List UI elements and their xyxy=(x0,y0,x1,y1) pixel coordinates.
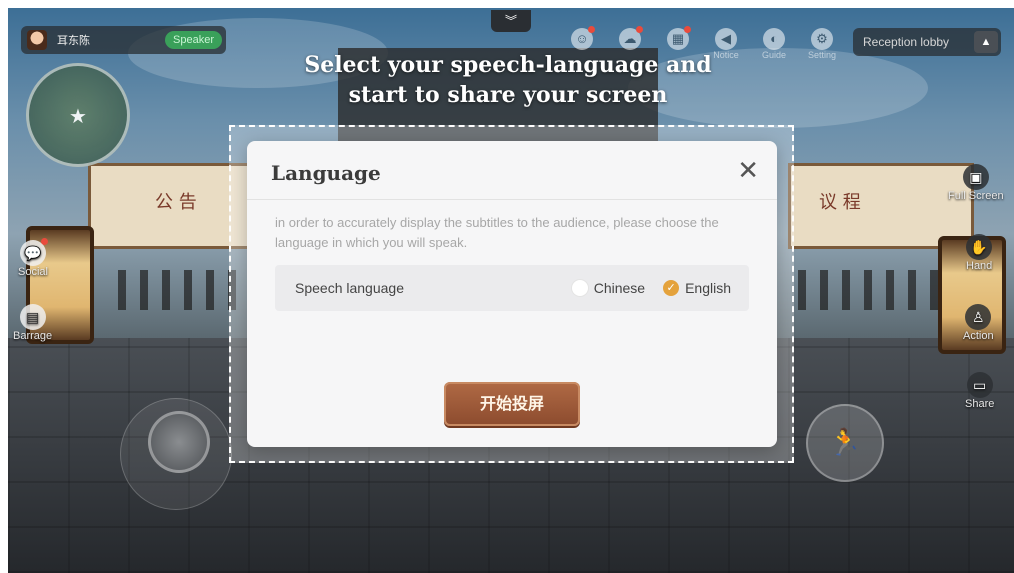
virtual-venue-scene: 公 告 议 程 耳东陈 Speaker ︾ ☺ ☁ ▦ ◀ Notice ◐ Gui… xyxy=(8,8,1014,573)
hand-icon: ✋ xyxy=(966,234,993,260)
barrage-button[interactable]: ▤ Barrage xyxy=(13,304,52,342)
radio-checked-icon: ✓ xyxy=(663,280,680,296)
barrage-icon: ▤ xyxy=(19,304,46,330)
option-chinese-label: Chinese xyxy=(593,280,646,296)
location-selector[interactable]: Reception lobby ▲ xyxy=(853,28,1001,56)
guide-button[interactable]: ◐ Guide xyxy=(756,28,792,60)
chevron-up-icon: ▲ xyxy=(974,31,998,53)
joystick-knob[interactable] xyxy=(148,411,210,473)
instruction-line-2: start to share your screen xyxy=(348,82,668,108)
meeting-icon: ☁ xyxy=(619,26,643,50)
running-person-icon: 🏃 xyxy=(828,427,862,457)
action-label: Action xyxy=(963,330,994,342)
fullscreen-button[interactable]: ▣ Full Screen xyxy=(948,164,1004,202)
share-screen-instruction: Select your speech-language and start to… xyxy=(278,50,738,110)
speech-language-row: Speech language Chinese ✓ English xyxy=(275,265,749,311)
close-icon[interactable]: ✕ xyxy=(737,157,759,183)
social-label: Social xyxy=(18,266,48,278)
user-info-bar[interactable]: 耳东陈 Speaker xyxy=(21,26,226,54)
left-banner-text: 公 告 xyxy=(155,192,197,213)
setting-button[interactable]: ⚙ Setting xyxy=(804,28,840,60)
audience-chairs xyxy=(798,270,938,310)
share-button[interactable]: ▭ Share xyxy=(965,372,994,410)
hand-label: Hand xyxy=(966,260,993,272)
calendar-icon: ▦ xyxy=(667,26,691,50)
share-label: Share xyxy=(965,398,995,410)
hand-button[interactable]: ✋ Hand xyxy=(966,234,992,272)
instruction-line-1: Select your speech-language and xyxy=(304,52,712,78)
social-button[interactable]: 💬 Social xyxy=(18,238,48,278)
dialog-divider xyxy=(247,199,777,200)
chevron-down-icon: ︾ xyxy=(504,14,517,28)
language-dialog: Language ✕ in order to accurately displa… xyxy=(247,141,777,447)
option-english-label: English xyxy=(685,280,731,296)
user-name: 耳东陈 xyxy=(57,35,90,47)
fullscreen-icon: ▣ xyxy=(962,164,989,190)
dialog-title: Language xyxy=(271,161,381,185)
chat-bubble-icon: 💬 xyxy=(19,238,48,266)
share-screen-icon: ▭ xyxy=(966,372,993,398)
run-button[interactable]: 🏃 xyxy=(806,404,884,482)
setting-icon: ⚙ xyxy=(811,28,833,50)
speech-language-label: Speech language xyxy=(295,280,404,296)
barrage-label: Barrage xyxy=(13,330,53,342)
collapse-toolbar-button[interactable]: ︾ xyxy=(491,10,531,32)
start-sharing-button[interactable]: 开始投屏 xyxy=(444,382,580,426)
option-english[interactable]: ✓ English xyxy=(663,280,731,296)
speaker-badge: Speaker xyxy=(165,31,222,49)
minimap[interactable]: ★ xyxy=(26,63,130,167)
radio-unchecked-icon xyxy=(571,280,588,296)
guide-label: Guide xyxy=(761,50,787,60)
option-chinese[interactable]: Chinese xyxy=(571,280,646,296)
members-icon: ☺ xyxy=(571,26,595,50)
notice-icon: ◀ xyxy=(715,28,737,50)
player-marker-icon: ★ xyxy=(69,106,87,128)
setting-label: Setting xyxy=(807,50,837,60)
action-button[interactable]: ♙ Action xyxy=(963,304,994,342)
fullscreen-label: Full Screen xyxy=(948,190,1004,202)
location-label: Reception lobby xyxy=(863,35,950,49)
action-icon: ♙ xyxy=(965,304,992,330)
right-banner-text: 议 程 xyxy=(819,192,861,213)
guide-icon: ◐ xyxy=(763,28,785,50)
avatar xyxy=(27,30,47,50)
dialog-description: in order to accurately display the subti… xyxy=(275,215,719,250)
